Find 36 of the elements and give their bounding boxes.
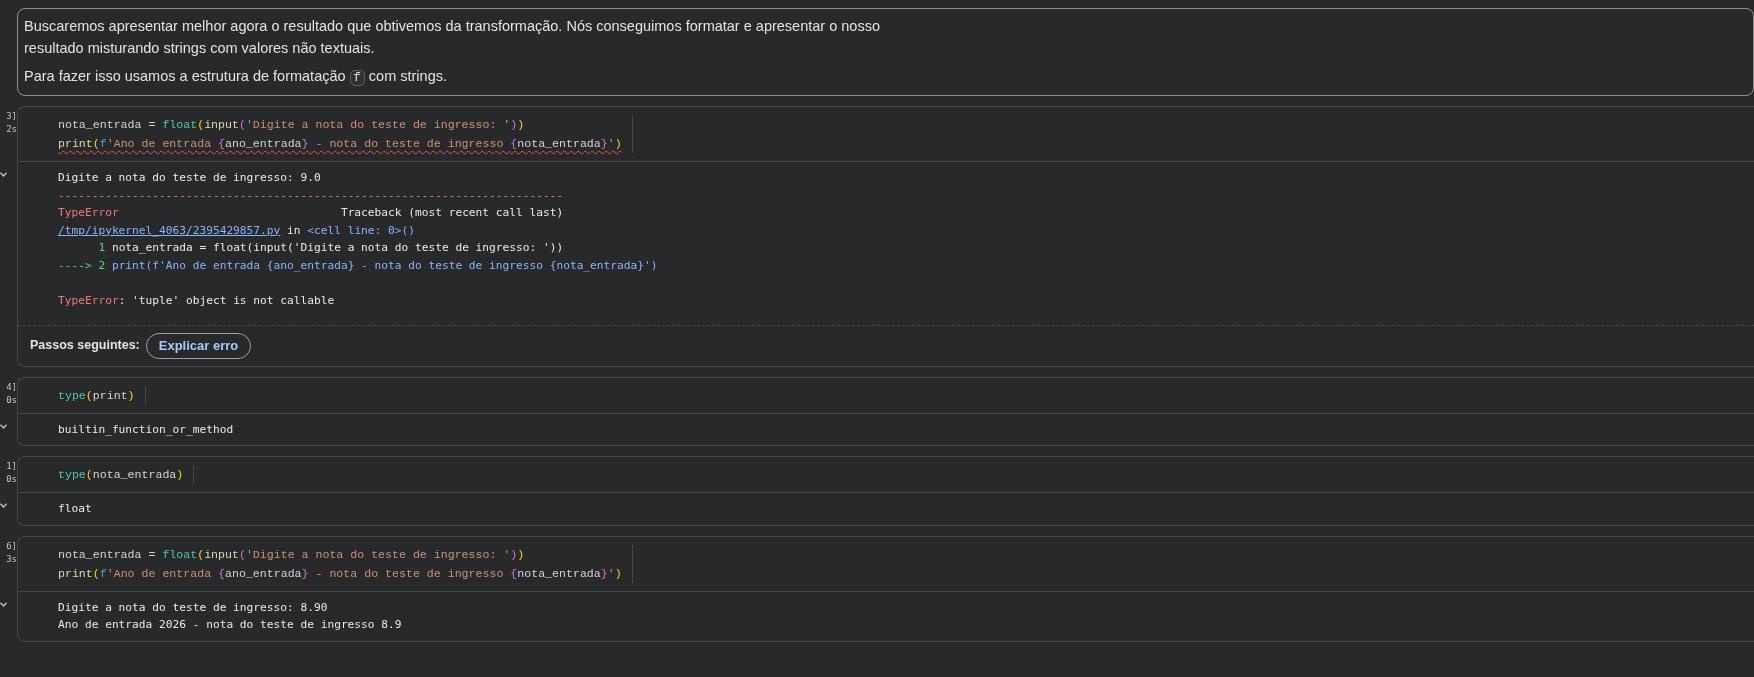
output-line: --------------------------------------------------------------------------- bbox=[58, 187, 565, 204]
file-link[interactable]: /tmp/ipykernel_4063/2395429857.py bbox=[58, 223, 281, 237]
execution-time: 0s bbox=[5, 393, 17, 407]
collapse-chevron-icon[interactable] bbox=[0, 601, 7, 607]
collapse-chevron-icon[interactable] bbox=[0, 503, 7, 508]
output-line: TypeError Traceback (most recent call last) bbox=[58, 205, 565, 221]
execution-count: 1] bbox=[5, 460, 17, 473]
execution-count: 3] bbox=[5, 110, 17, 123]
output-line: TypeError: 'tuple' object is not callable bbox=[58, 292, 336, 309]
code-line: print(f'Ano de entrada {ano_entrada} - nota do teste de ingresso {nota_entrada}') bbox=[58, 136, 622, 152]
execution-time: 3s bbox=[5, 552, 17, 566]
paragraph-text: com strings. bbox=[367, 68, 447, 84]
paragraph: Buscaremos apresentar melhor agora o resultado que obtivemos da transformação. Nós conseguimos formatar e apresentar o nosso resultado misturando strings com valores não textuais. bbox=[24, 17, 881, 58]
inline-code: f bbox=[349, 70, 365, 86]
output-line: builtin_function_or_method bbox=[58, 421, 235, 438]
output-text: <cell line: 0>() bbox=[307, 223, 415, 237]
code-line: type(nota_entrada) bbox=[58, 467, 184, 483]
code-line: print(f'Ano de entrada {ano_entrada} - nota do teste de ingresso {nota_entrada}') bbox=[58, 565, 622, 582]
output-line: float bbox=[58, 501, 93, 517]
paragraph-text: Para fazer isso usamos a estrutura de formatação bbox=[24, 68, 347, 84]
output-line: Digite a nota do teste de ingresso: 9.0 bbox=[58, 170, 322, 186]
output-line: Ano de entrada 2026 - nota do teste de ingresso 8.9 bbox=[58, 617, 403, 633]
execution-count: 6] bbox=[5, 539, 17, 553]
output-line: ----> 2 print(f'Ano de entrada {ano_entrada} - nota do teste de ingresso {nota_entrada}') bbox=[58, 257, 659, 274]
code-line: nota_entrada = float(input('Digite a nota do teste de ingresso: ')) bbox=[58, 117, 526, 133]
execution-time: 0s bbox=[5, 473, 17, 486]
execution-time: 2s bbox=[5, 123, 17, 136]
output-line: Digite a nota do teste de ingresso: 8.90 bbox=[58, 599, 329, 616]
execution-count: 4] bbox=[5, 380, 17, 394]
code-line: nota_entrada = float(input('Digite a nota do teste de ingresso: ')) bbox=[58, 546, 526, 563]
collapse-chevron-icon[interactable] bbox=[0, 172, 7, 177]
output-line: 1 nota_entrada = float(input('Digite a nota do teste de ingresso: ')) bbox=[97, 240, 565, 256]
collapse-chevron-icon[interactable] bbox=[0, 423, 7, 429]
next-steps-label: Passos seguintes: bbox=[30, 337, 140, 355]
output-text: in bbox=[286, 223, 302, 237]
code-line: type(print) bbox=[58, 387, 135, 404]
